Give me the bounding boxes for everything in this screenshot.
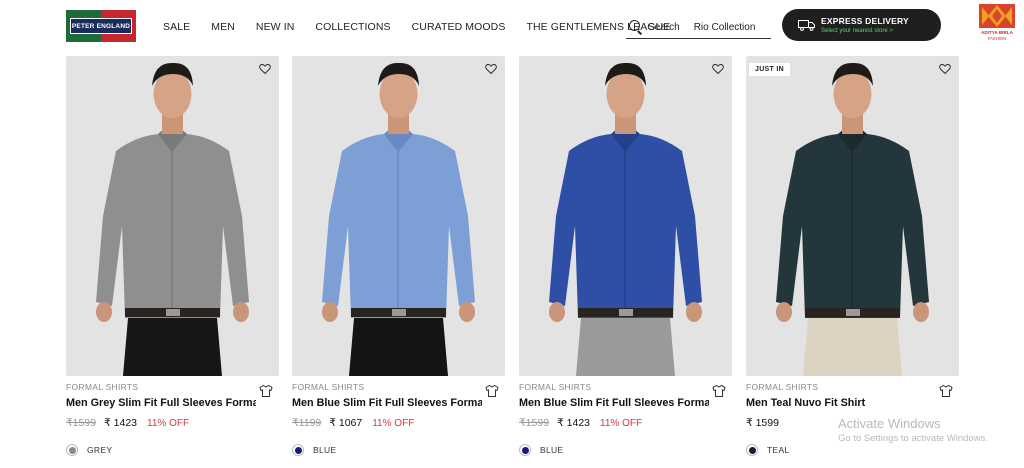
color-name: BLUE — [313, 445, 337, 455]
size-guide-shirt-icon[interactable] — [939, 384, 953, 398]
discount-label: 11% OFF — [372, 418, 415, 429]
price-row: ₹1599 ₹ 1423 11% OFF — [519, 417, 642, 429]
size-guide-shirt-icon[interactable] — [259, 384, 273, 398]
model-photo[interactable] — [66, 56, 279, 376]
color-swatch[interactable] — [746, 444, 758, 456]
truck-icon — [798, 19, 816, 31]
express-delivery-text: EXPRESS DELIVERY Select your nearest sto… — [821, 16, 909, 34]
search-icon[interactable] — [628, 19, 644, 35]
price-row: ₹ 1599 — [746, 417, 789, 429]
wishlist-heart-icon[interactable] — [712, 63, 724, 75]
product-title[interactable]: Men Blue Slim Fit Full Sleeves Formal ..… — [292, 397, 482, 409]
color-swatch[interactable] — [292, 444, 304, 456]
aditya-birla-mark-icon — [979, 4, 1015, 28]
nav-item-collections[interactable]: COLLECTIONS — [315, 21, 390, 33]
color-swatch-row: BLUE — [519, 444, 563, 456]
nav-item-sale[interactable]: SALE — [163, 21, 190, 33]
sale-price: ₹ 1599 — [746, 417, 779, 429]
discount-label: 11% OFF — [600, 418, 643, 429]
search-input[interactable]: Rio Collection — [694, 22, 756, 33]
color-name: GREY — [87, 445, 113, 455]
color-swatch-dot — [521, 446, 529, 454]
nav-item-curated-moods[interactable]: CURATED MOODS — [412, 21, 506, 33]
product-category: FORMAL SHIRTS — [519, 382, 592, 392]
product-category: FORMAL SHIRTS — [292, 382, 365, 392]
product-card[interactable]: FORMAL SHIRTS Men Blue Slim Fit Full Slee… — [519, 56, 732, 468]
brand-logo-text: PETER ENGLAND — [70, 18, 132, 34]
search-label: Search — [648, 21, 680, 33]
search-bar[interactable]: Search Rio Collection — [626, 16, 771, 39]
model-photo[interactable] — [519, 56, 732, 376]
express-delivery-title: EXPRESS DELIVERY — [821, 16, 909, 26]
aditya-birla-text: ADITYA BIRLA — [981, 30, 1013, 35]
color-swatch[interactable] — [519, 444, 531, 456]
model-photo[interactable] — [746, 56, 959, 376]
price-row: ₹1199 ₹ 1067 11% OFF — [292, 417, 414, 429]
sale-price: ₹ 1067 — [329, 417, 363, 429]
product-image[interactable] — [519, 56, 732, 376]
product-title[interactable]: Men Blue Slim Fit Full Sleeves Formal ..… — [519, 397, 709, 409]
main-nav: SALE MEN NEW IN COLLECTIONS CURATED MOOD… — [163, 21, 670, 33]
color-name: BLUE — [540, 445, 564, 455]
product-card[interactable]: FORMAL SHIRTS Men Blue Slim Fit Full Slee… — [292, 56, 505, 468]
site-header: PETER ENGLAND SALE MEN NEW IN COLLECTION… — [0, 0, 1024, 52]
sale-price: ₹ 1423 — [557, 417, 591, 429]
product-image[interactable]: JUST IN — [746, 56, 959, 376]
color-swatch[interactable] — [66, 444, 78, 456]
product-title[interactable]: Men Teal Nuvo Fit Shirt — [746, 397, 936, 409]
color-swatch-row: GREY — [66, 444, 112, 456]
color-swatch-row: BLUE — [292, 444, 336, 456]
aditya-birla-subtext: FASHION — [987, 36, 1007, 41]
product-grid: FORMAL SHIRTS Men Grey Slim Fit Full Slee… — [66, 56, 960, 468]
model-photo[interactable] — [292, 56, 505, 376]
color-name: TEAL — [767, 445, 790, 455]
product-category: FORMAL SHIRTS — [66, 382, 139, 392]
product-image[interactable] — [66, 56, 279, 376]
wishlist-heart-icon[interactable] — [939, 63, 951, 75]
discount-label: 11% OFF — [147, 418, 190, 429]
product-title[interactable]: Men Grey Slim Fit Full Sleeves Formal ..… — [66, 397, 256, 409]
price-row: ₹1599 ₹ 1423 11% OFF — [66, 417, 189, 429]
wishlist-heart-icon[interactable] — [259, 63, 271, 75]
sale-price: ₹ 1423 — [104, 417, 138, 429]
color-swatch-dot — [294, 446, 302, 454]
nav-item-new-in[interactable]: NEW IN — [256, 21, 295, 33]
original-price: ₹1599 — [66, 417, 97, 429]
new-badge: JUST IN — [749, 63, 790, 76]
color-swatch-dot — [748, 446, 756, 454]
aditya-birla-logo[interactable]: ADITYA BIRLA FASHION — [978, 4, 1016, 48]
product-card[interactable]: JUST IN FORMAL SHIRTS Men Teal Nuvo Fit Sh… — [746, 56, 959, 468]
wishlist-heart-icon[interactable] — [485, 63, 497, 75]
original-price: ₹1199 — [292, 417, 322, 429]
size-guide-shirt-icon[interactable] — [485, 384, 499, 398]
product-category: FORMAL SHIRTS — [746, 382, 819, 392]
express-delivery-subtitle[interactable]: Select your nearest store > — [821, 28, 909, 34]
product-image[interactable] — [292, 56, 505, 376]
express-delivery-button[interactable]: EXPRESS DELIVERY Select your nearest sto… — [782, 9, 941, 41]
color-swatch-row: TEAL — [746, 444, 789, 456]
size-guide-shirt-icon[interactable] — [712, 384, 726, 398]
nav-item-men[interactable]: MEN — [211, 21, 235, 33]
brand-logo[interactable]: PETER ENGLAND — [66, 10, 136, 42]
color-swatch-dot — [68, 446, 76, 454]
original-price: ₹1599 — [519, 417, 550, 429]
product-card[interactable]: FORMAL SHIRTS Men Grey Slim Fit Full Slee… — [66, 56, 279, 468]
